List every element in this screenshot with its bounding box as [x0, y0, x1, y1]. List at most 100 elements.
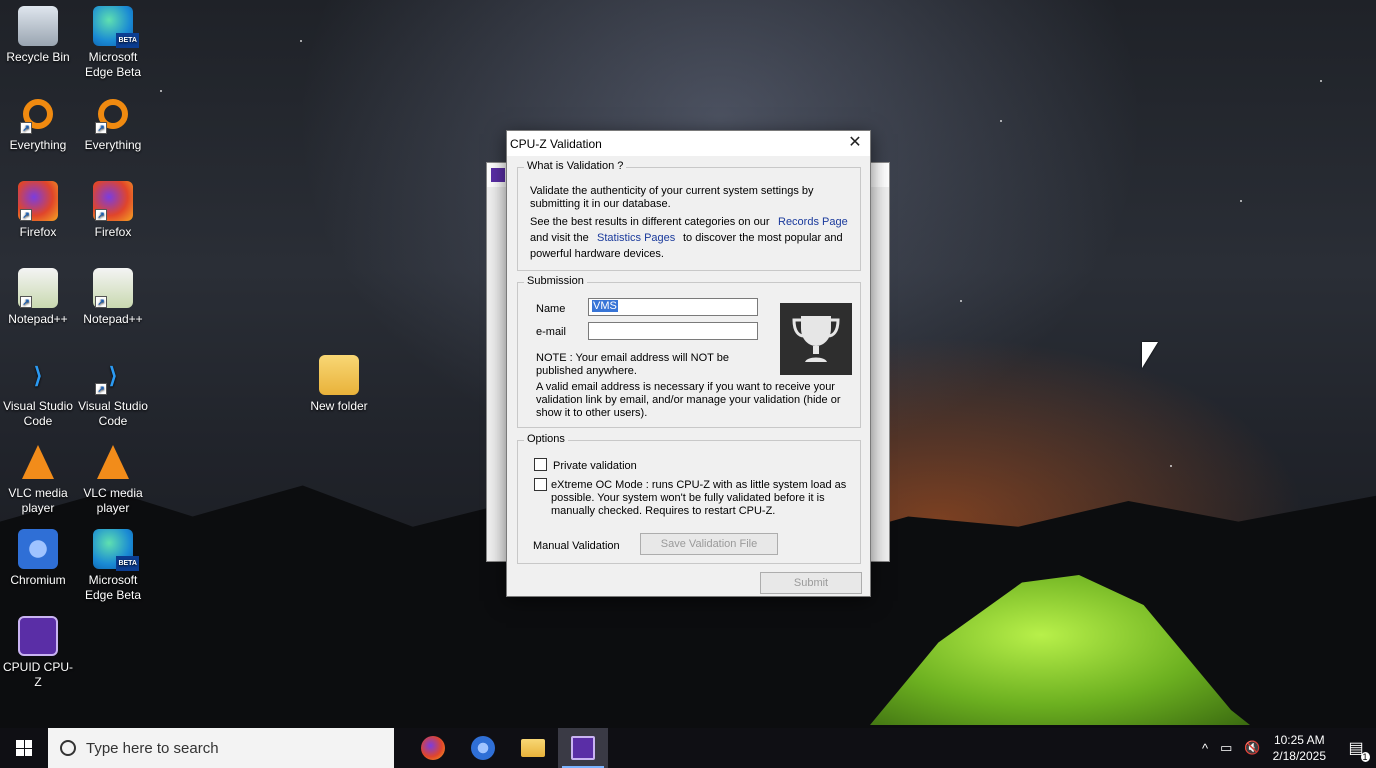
statistics-pages-link[interactable]: Statistics Pages — [597, 231, 675, 245]
dialog-title: CPU-Z Validation — [510, 136, 602, 151]
name-input[interactable]: VMS — [588, 298, 758, 316]
desktop-icon-recycle-bin[interactable]: Recycle Bin — [1, 6, 75, 65]
desktop-icon-everything[interactable]: ↗ Everything — [76, 94, 150, 153]
desktop-icon-notepadpp[interactable]: ↗ Notepad++ — [1, 268, 75, 327]
desktop-icon-notepadpp[interactable]: ↗ Notepad++ — [76, 268, 150, 327]
desktop-icon-vlc[interactable]: VLC media player — [1, 442, 75, 516]
firefox-icon — [421, 736, 445, 760]
dialog-titlebar[interactable]: CPU-Z Validation — [507, 131, 870, 156]
show-hidden-icons-chevron-icon[interactable]: ^ — [1202, 741, 1208, 756]
group-legend: What is Validation ? — [524, 160, 627, 172]
desktop-icon-label: VLC media player — [8, 486, 68, 515]
note-text: NOTE : Your email address will NOT be — [536, 352, 729, 364]
edge-beta-icon: BETA — [93, 6, 139, 48]
wallpaper-star — [1240, 200, 1242, 202]
desktop-icon-everything[interactable]: ↗ Everything — [1, 94, 75, 153]
name-input-value: VMS — [592, 300, 618, 312]
taskbar-app-chromium[interactable] — [458, 728, 508, 768]
clock[interactable]: 10:25 AM 2/18/2025 — [1273, 732, 1326, 764]
edge-beta-icon: BETA — [93, 529, 139, 571]
clock-date: 2/18/2025 — [1272, 749, 1326, 763]
folder-icon — [319, 355, 359, 395]
wallpaper-star — [1320, 80, 1322, 82]
network-icon[interactable]: ▭ — [1220, 740, 1232, 756]
desktop-icon-label: Firefox — [19, 225, 57, 239]
vscode-icon: ⟩ — [33, 362, 43, 388]
desktop-icon-vlc[interactable]: VLC media player — [76, 442, 150, 516]
wallpaper-star — [1170, 465, 1172, 467]
wallpaper-star — [1000, 120, 1002, 122]
desktop-icon-label: Visual Studio Code — [3, 399, 73, 428]
notification-center-icon[interactable]: ▤ 1 — [1336, 728, 1376, 768]
start-button[interactable] — [0, 728, 48, 768]
extreme-oc-label: manually checked. Requires to restart CP… — [551, 505, 776, 517]
what-is-validation-group: What is Validation ? Validate the authen… — [517, 160, 861, 271]
cpuz-icon — [18, 616, 58, 656]
file-explorer-icon — [521, 739, 545, 757]
desktop-icon-chromium[interactable]: Chromium — [1, 529, 75, 588]
info-text: submitting it in our database. — [530, 198, 671, 210]
name-label: Name — [536, 303, 566, 315]
chromium-icon — [18, 529, 58, 569]
records-page-link[interactable]: Records Page — [778, 215, 848, 229]
desktop-icon-label: CPUID CPU-Z — [2, 660, 73, 689]
wallpaper-star — [160, 90, 162, 92]
note-text: show it to other users). — [536, 407, 648, 419]
desktop-icon-label: Notepad++ — [83, 312, 143, 326]
desktop-icon-label: Everything — [9, 138, 67, 152]
group-legend: Submission — [524, 275, 587, 287]
private-validation-checkbox[interactable] — [534, 458, 547, 471]
desktop-icon-vscode[interactable]: ⟩ ↗ Visual Studio Code — [76, 355, 150, 429]
options-group: Options Private validation eXtreme OC Mo… — [517, 433, 861, 564]
taskbar: Type here to search ^ ▭ 🔇 10:25 AM 2/18/… — [0, 728, 1376, 768]
extreme-oc-label[interactable]: eXtreme OC Mode : runs CPU-Z with as lit… — [551, 478, 846, 492]
close-icon[interactable]: ✕ — [846, 134, 864, 152]
desktop-icon-label: VLC media player — [83, 486, 143, 515]
everything-icon: ↗ — [18, 94, 58, 134]
note-text: A valid email address is necessary if yo… — [536, 381, 835, 393]
trophy-icon — [780, 303, 852, 375]
info-text: See the best results in different catego… — [530, 216, 770, 228]
notification-count-badge: 1 — [1360, 752, 1370, 762]
email-input[interactable] — [588, 322, 758, 340]
windows-icon — [16, 740, 32, 756]
desktop-icon-label: Visual Studio Code — [78, 399, 148, 428]
desktop-icon-edge-beta[interactable]: BETA Microsoft Edge Beta — [76, 529, 150, 603]
info-text: and visit the — [530, 232, 589, 244]
recycle-bin-icon — [18, 6, 58, 46]
chromium-icon — [471, 736, 495, 760]
desktop-icon-label: New folder — [310, 399, 368, 413]
taskbar-app-firefox[interactable] — [408, 728, 458, 768]
wallpaper-star — [300, 40, 302, 42]
wallpaper-star — [960, 300, 962, 302]
info-text: powerful hardware devices. — [530, 248, 664, 260]
volume-muted-icon[interactable]: 🔇 — [1244, 740, 1260, 756]
desktop-icon-firefox[interactable]: ↗ Firefox — [76, 181, 150, 240]
group-legend: Options — [524, 433, 568, 445]
desktop-icon-label: Notepad++ — [8, 312, 68, 326]
search-icon — [60, 740, 76, 756]
search-placeholder: Type here to search — [86, 739, 219, 757]
desktop-icon-label: Everything — [84, 138, 142, 152]
notepadpp-icon: ↗ — [93, 268, 133, 308]
taskbar-search-box[interactable]: Type here to search — [48, 728, 394, 768]
vlc-icon — [93, 442, 133, 482]
taskbar-app-cpuz[interactable] — [558, 728, 608, 768]
taskbar-app-file-explorer[interactable] — [508, 728, 558, 768]
desktop-icon-cpuz[interactable]: CPUID CPU-Z — [1, 616, 75, 690]
desktop-icon-vscode[interactable]: ⟩ Visual Studio Code — [1, 355, 75, 429]
submit-button[interactable]: Submit — [760, 572, 862, 594]
private-validation-label[interactable]: Private validation — [553, 459, 637, 473]
submission-group: Submission Name VMS e-mail NOTE : Your e… — [517, 275, 861, 428]
desktop-icon-label: Microsoft Edge Beta — [84, 50, 142, 79]
desktop-icon-firefox[interactable]: ↗ Firefox — [1, 181, 75, 240]
cpuz-validation-dialog[interactable]: CPU-Z Validation ✕ What is Validation ? … — [506, 130, 871, 597]
save-validation-file-button[interactable]: Save Validation File — [640, 533, 778, 555]
firefox-icon: ↗ — [18, 181, 58, 221]
desktop-icon-new-folder[interactable]: New folder — [302, 355, 376, 414]
desktop-icon-label: Microsoft Edge Beta — [84, 573, 142, 602]
desktop-icon-edge-beta[interactable]: BETA Microsoft Edge Beta — [76, 6, 150, 80]
extreme-oc-checkbox[interactable] — [534, 478, 547, 491]
firefox-icon: ↗ — [93, 181, 133, 221]
system-tray: ^ ▭ 🔇 10:25 AM 2/18/2025 ▤ 1 — [1196, 728, 1376, 768]
